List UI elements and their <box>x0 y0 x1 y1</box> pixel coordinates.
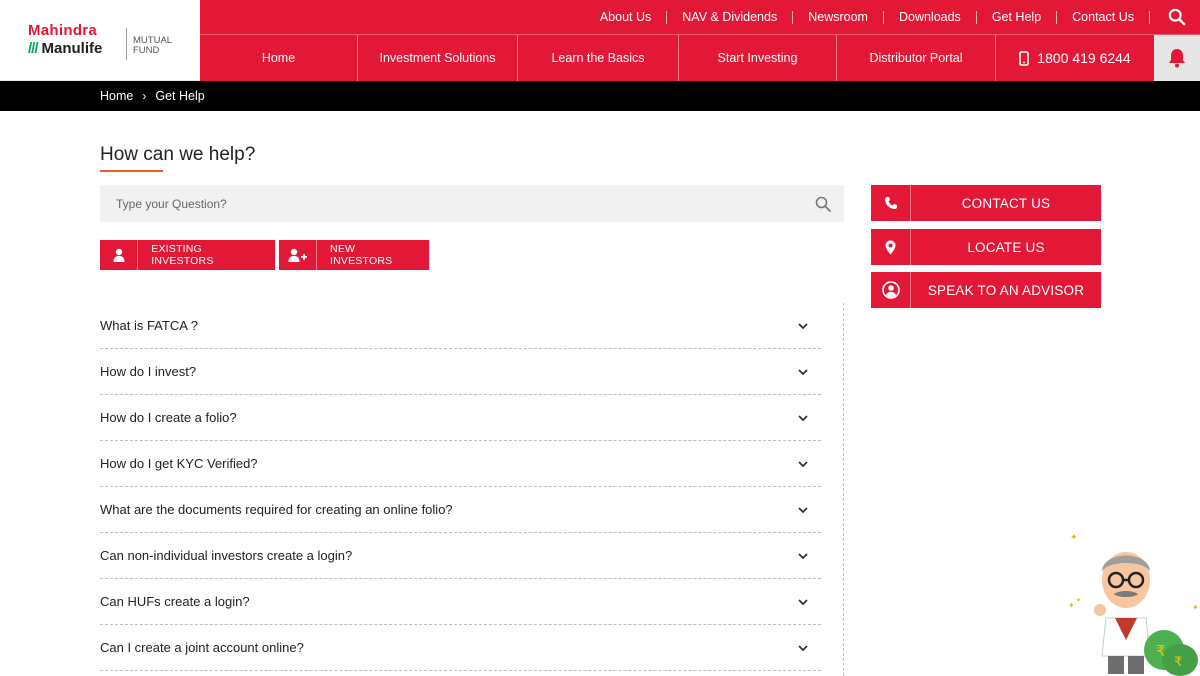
chevron-down-icon <box>798 552 808 559</box>
svg-text:✦: ✦ <box>1070 533 1078 543</box>
nav-distributor-portal[interactable]: Distributor Portal <box>837 35 996 81</box>
faq-question: How do I get KYC Verified? <box>100 456 258 471</box>
top-link-downloads[interactable]: Downloads <box>884 10 977 24</box>
top-links: About Us NAV & Dividends Newsroom Downlo… <box>585 0 1150 34</box>
faq-item[interactable]: Can I create a joint account online? <box>100 625 821 671</box>
user-icon <box>100 240 139 270</box>
logo-divider <box>126 28 127 60</box>
add-user-icon <box>279 240 318 270</box>
chevron-down-icon <box>798 322 808 329</box>
advisor-mascot-icon[interactable]: ✦ ✦ ✦ ✦ ₹ ₹ <box>1068 528 1200 676</box>
search-icon[interactable] <box>815 196 831 212</box>
faq-item[interactable]: How do I get KYC Verified? <box>100 441 821 487</box>
svg-text:₹: ₹ <box>1156 642 1166 660</box>
new-investors-label: NEW INVESTORS <box>330 243 393 267</box>
site-header: Mahindra ///Manulife MUTUAL FUND About U… <box>0 0 1200 81</box>
breadcrumb-home[interactable]: Home <box>100 89 133 103</box>
chevron-down-icon <box>798 598 808 605</box>
nav-learn-the-basics[interactable]: Learn the Basics <box>518 35 679 81</box>
existing-investors-label: EXISTING INVESTORS <box>151 243 214 267</box>
new-investors-button[interactable]: NEW INVESTORS <box>279 240 429 270</box>
logo-manulife-label: Manulife <box>41 40 103 57</box>
user-circle-icon <box>871 272 911 308</box>
chevron-down-icon <box>798 644 808 651</box>
notification-bell[interactable] <box>1154 35 1200 81</box>
speak-to-advisor-label: SPEAK TO AN ADVISOR <box>927 282 1085 298</box>
chevron-down-icon <box>798 414 808 421</box>
search-icon[interactable] <box>1168 8 1186 26</box>
faq-question: What is FATCA ? <box>100 318 199 333</box>
nav-start-investing[interactable]: Start Investing <box>679 35 837 81</box>
breadcrumb-separator: › <box>142 89 147 103</box>
question-search-box <box>100 185 844 222</box>
column-divider <box>843 303 844 676</box>
page-title: How can we help? <box>100 144 256 165</box>
top-link-about-us[interactable]: About Us <box>585 10 668 24</box>
top-utility-bar: About Us NAV & Dividends Newsroom Downlo… <box>200 0 1200 35</box>
faq-question: How do I invest? <box>100 364 197 379</box>
chevron-down-icon <box>798 460 808 467</box>
chevron-down-icon <box>798 506 808 513</box>
contact-us-label: CONTACT US <box>961 195 1051 211</box>
faq-question: What are the documents required for crea… <box>100 502 453 517</box>
phone-icon <box>871 185 911 221</box>
mobile-phone-icon <box>1019 50 1030 66</box>
map-pin-icon <box>871 229 911 265</box>
faq-list: What is FATCA ? How do I invest? How do … <box>100 303 821 671</box>
faq-item[interactable]: Can HUFs create a login? <box>100 579 821 625</box>
faq-question: How do I create a folio? <box>100 410 237 425</box>
top-link-get-help[interactable]: Get Help <box>977 10 1058 24</box>
faq-item[interactable]: How do I invest? <box>100 349 821 395</box>
manulife-bars-icon: /// <box>28 40 38 57</box>
faq-question: Can I create a joint account online? <box>100 640 304 655</box>
title-underline <box>100 170 163 172</box>
question-search-input[interactable] <box>100 196 815 211</box>
top-link-contact-us[interactable]: Contact Us <box>1057 10 1150 24</box>
site-logo[interactable]: Mahindra ///Manulife MUTUAL FUND <box>0 0 200 81</box>
svg-text:✦: ✦ <box>1192 603 1199 612</box>
main-nav: Home Investment Solutions Learn the Basi… <box>200 35 1200 81</box>
breadcrumb-current: Get Help <box>155 89 205 103</box>
faq-item[interactable]: How do I create a folio? <box>100 395 821 441</box>
logo-mahindra-text: Mahindra <box>28 22 98 39</box>
top-link-newsroom[interactable]: Newsroom <box>793 10 884 24</box>
logo-manulife-text: ///Manulife <box>28 40 102 57</box>
faq-item[interactable]: What are the documents required for crea… <box>100 487 821 533</box>
faq-question: Can HUFs create a login? <box>100 594 250 609</box>
nav-home[interactable]: Home <box>200 35 358 81</box>
breadcrumb: Home › Get Help <box>0 81 1200 111</box>
nav-investment-solutions[interactable]: Investment Solutions <box>358 35 518 81</box>
existing-investors-button[interactable]: EXISTING INVESTORS <box>100 240 275 270</box>
logo-fund-text: MUTUAL FUND <box>133 36 172 56</box>
nav-phone-number[interactable]: 1800 419 6244 <box>996 35 1154 81</box>
svg-text:✦: ✦ <box>1076 597 1081 604</box>
bell-icon <box>1169 49 1185 68</box>
contact-us-button[interactable]: CONTACT US <box>871 185 1101 221</box>
speak-to-advisor-button[interactable]: SPEAK TO AN ADVISOR <box>871 272 1101 308</box>
locate-us-button[interactable]: LOCATE US <box>871 229 1101 265</box>
top-link-nav-dividends[interactable]: NAV & Dividends <box>667 10 794 24</box>
chevron-down-icon <box>798 368 808 375</box>
phone-number-text: 1800 419 6244 <box>1037 50 1131 66</box>
logo-fund-line2: FUND <box>133 45 160 56</box>
faq-item[interactable]: What is FATCA ? <box>100 303 821 349</box>
faq-item[interactable]: Can non-individual investors create a lo… <box>100 533 821 579</box>
svg-text:₹: ₹ <box>1174 655 1182 670</box>
faq-question: Can non-individual investors create a lo… <box>100 548 353 563</box>
locate-us-label: LOCATE US <box>967 239 1045 255</box>
svg-text:✦: ✦ <box>1068 601 1075 610</box>
